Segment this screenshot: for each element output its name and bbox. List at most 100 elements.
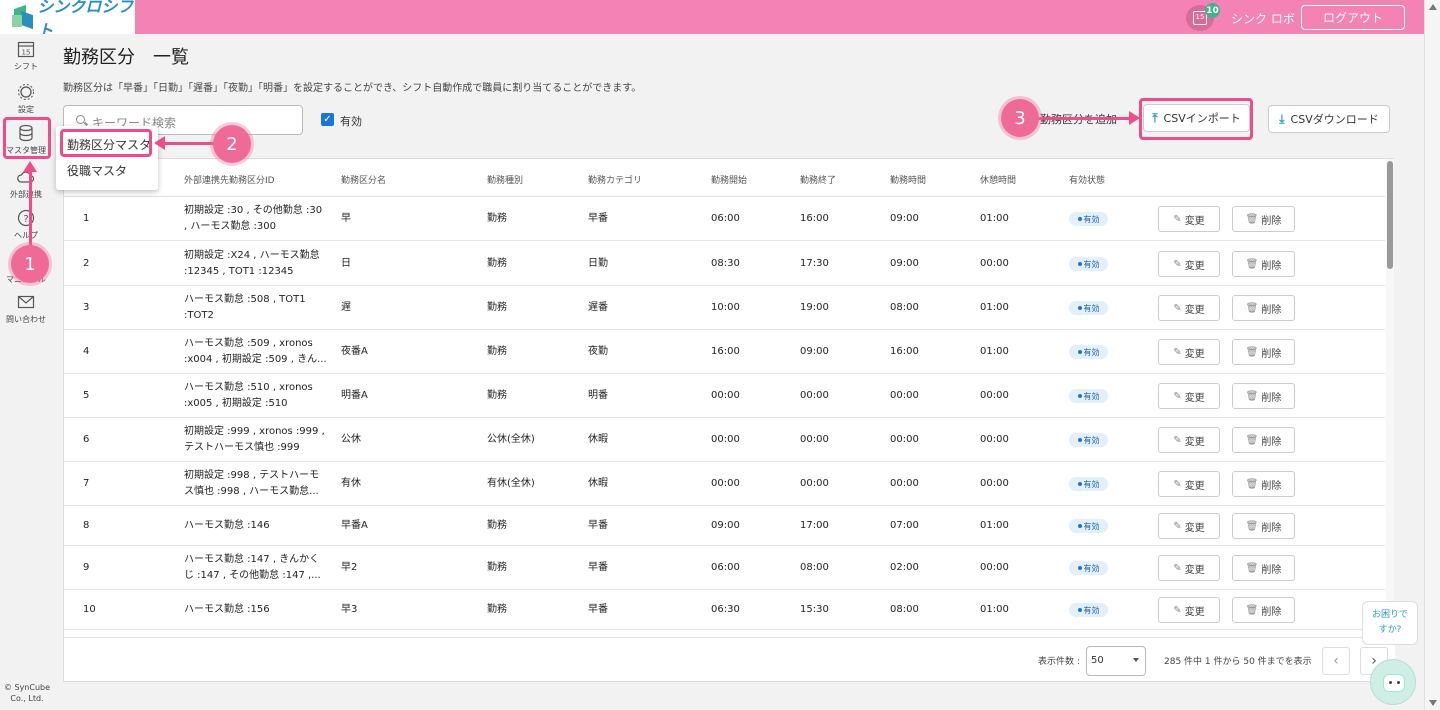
app-logo[interactable]: シンクロシフト — [0, 0, 135, 40]
status-dot-icon — [1077, 350, 1082, 354]
cell-external-id-cont: :x004 , 初期設定 :509 , きん... — [184, 354, 327, 365]
csv-download-label: CSVダウンロード — [1290, 113, 1379, 126]
edit-button[interactable]: ✎ 変更 — [1158, 597, 1220, 623]
cell-category: 休暇 — [588, 434, 608, 445]
pencil-icon: ✎ — [1173, 258, 1182, 270]
callout-step-3: 3 — [1001, 99, 1039, 137]
table-row: 4 ハーモス勤怠 :509 , xronos:x004 , 初期設定 :509 ,… — [64, 330, 1385, 374]
delete-button[interactable]: 🗑 削除 — [1232, 513, 1295, 539]
arrow-head-icon — [1129, 111, 1140, 125]
edit-button-label: 変更 — [1184, 260, 1205, 272]
cell-type: 公休(全休) — [487, 434, 535, 445]
active-filter-checkbox[interactable]: ✓ — [321, 113, 334, 126]
status-badge: 有効 — [1069, 433, 1108, 447]
copyright: © SynCube Co., Ltd. — [3, 683, 51, 703]
logo-icon — [12, 4, 33, 30]
trash-icon: 🗑 — [1245, 258, 1259, 270]
mail-icon — [16, 292, 36, 312]
prev-page-button[interactable]: ‹ — [1322, 647, 1350, 675]
status-badge: 有効 — [1069, 519, 1108, 533]
table-scrollbar-thumb[interactable] — [1387, 161, 1393, 269]
cell-external-id: ハーモス勤怠 :510 , xronos — [184, 382, 313, 393]
cell-category: 明番 — [588, 390, 608, 401]
status-label: 有効 — [1083, 347, 1100, 357]
pencil-icon: ✎ — [1173, 390, 1182, 402]
delete-button-label: 削除 — [1261, 606, 1282, 618]
cell-type: 勤務 — [487, 346, 507, 357]
edit-button[interactable]: ✎ 変更 — [1158, 206, 1220, 232]
highlight-master-nav — [3, 117, 51, 159]
delete-button[interactable]: 🗑 削除 — [1232, 295, 1295, 321]
edit-button[interactable]: ✎ 変更 — [1158, 427, 1220, 453]
delete-button-label: 削除 — [1261, 564, 1282, 576]
logout-button[interactable]: ログアウト — [1301, 5, 1405, 30]
cell-no: 10 — [83, 604, 96, 615]
edit-button-label: 変更 — [1184, 606, 1205, 618]
cell-no: 6 — [83, 434, 90, 445]
scroll-down-icon[interactable] — [1429, 700, 1437, 706]
col-external-id: 外部連携先勤務区分ID — [184, 176, 275, 186]
delete-button[interactable]: 🗑 削除 — [1232, 427, 1295, 453]
cell-hours: 00:00 — [890, 434, 919, 445]
status-dot-icon — [1077, 566, 1082, 570]
status-label: 有効 — [1083, 391, 1100, 401]
status-dot-icon — [1077, 306, 1082, 310]
edit-button[interactable]: ✎ 変更 — [1158, 555, 1220, 581]
cell-name: 有休 — [341, 478, 361, 489]
delete-button-label: 削除 — [1261, 392, 1282, 404]
annotation-arrow — [29, 170, 32, 248]
col-hours: 勤務時間 — [890, 176, 927, 186]
pencil-icon: ✎ — [1173, 302, 1182, 314]
col-type: 勤務種別 — [487, 176, 524, 186]
edit-button[interactable]: ✎ 変更 — [1158, 383, 1220, 409]
help-text-line1: お困りで — [1371, 610, 1408, 620]
delete-button[interactable]: 🗑 削除 — [1232, 251, 1295, 277]
highlight-csv-import — [1139, 98, 1253, 140]
sidebar-item-help[interactable]: ? ヘルプ — [0, 208, 52, 241]
status-badge: 有効 — [1069, 477, 1108, 491]
cell-type: 勤務 — [487, 302, 507, 313]
chevron-down-icon — [1133, 658, 1139, 662]
edit-button[interactable]: ✎ 変更 — [1158, 339, 1220, 365]
trash-icon: 🗑 — [1245, 346, 1259, 358]
status-badge: 有効 — [1069, 257, 1108, 271]
scroll-up-icon[interactable] — [1429, 4, 1437, 10]
delete-button[interactable]: 🗑 削除 — [1232, 471, 1295, 497]
table-row: 3 ハーモス勤怠 :508 , TOT1:TOT2 遅 勤務 遅番 10:00 19:00 0… — [64, 286, 1385, 330]
cell-hours: 09:00 — [890, 258, 919, 269]
page-title: 勤務区分 一覧 — [63, 47, 189, 68]
table-row: 2 初期設定 :X24 , ハーモス勤怠:12345 , TOT1 :12345 日… — [64, 241, 1385, 286]
help-robot-icon[interactable] — [1370, 659, 1416, 705]
csv-download-button[interactable]: ⤓ CSVダウンロード — [1268, 105, 1390, 133]
delete-button[interactable]: 🗑 削除 — [1232, 339, 1295, 365]
window-scrollbar[interactable] — [1424, 0, 1440, 710]
status-dot-icon — [1077, 524, 1082, 528]
sidebar-item-contact[interactable]: 問い合わせ — [0, 292, 52, 325]
delete-button[interactable]: 🗑 削除 — [1232, 206, 1295, 232]
cell-category: 日勤 — [588, 258, 608, 269]
edit-button[interactable]: ✎ 変更 — [1158, 295, 1220, 321]
sidebar-item-settings[interactable]: 設定 — [0, 82, 52, 115]
cell-start: 08:30 — [711, 258, 740, 269]
cell-break: 01:00 — [980, 302, 1009, 313]
cell-start: 00:00 — [711, 390, 740, 401]
per-page-label: 表示件数 : — [1038, 657, 1080, 667]
cell-external-id: 初期設定 :998 , テストハーモ — [184, 470, 320, 481]
delete-button[interactable]: 🗑 削除 — [1232, 383, 1295, 409]
edit-button-label: 変更 — [1184, 348, 1205, 360]
trash-icon: 🗑 — [1245, 478, 1259, 490]
delete-button-label: 削除 — [1261, 260, 1282, 272]
cell-name: 早番A — [341, 520, 368, 531]
menu-item-position-master[interactable]: 役職マスタ — [67, 162, 127, 179]
help-bubble[interactable]: お困りで すか? — [1362, 601, 1418, 645]
edit-button[interactable]: ✎ 変更 — [1158, 513, 1220, 539]
cell-break: 01:00 — [980, 213, 1009, 224]
cell-start: 16:00 — [711, 346, 740, 357]
delete-button[interactable]: 🗑 削除 — [1232, 597, 1295, 623]
sidebar-item-shift[interactable]: 15 シフト — [0, 39, 52, 72]
trash-icon: 🗑 — [1245, 434, 1259, 446]
active-filter-label: 有効 — [340, 115, 362, 128]
edit-button[interactable]: ✎ 変更 — [1158, 471, 1220, 497]
delete-button[interactable]: 🗑 削除 — [1232, 555, 1295, 581]
edit-button[interactable]: ✎ 変更 — [1158, 251, 1220, 277]
